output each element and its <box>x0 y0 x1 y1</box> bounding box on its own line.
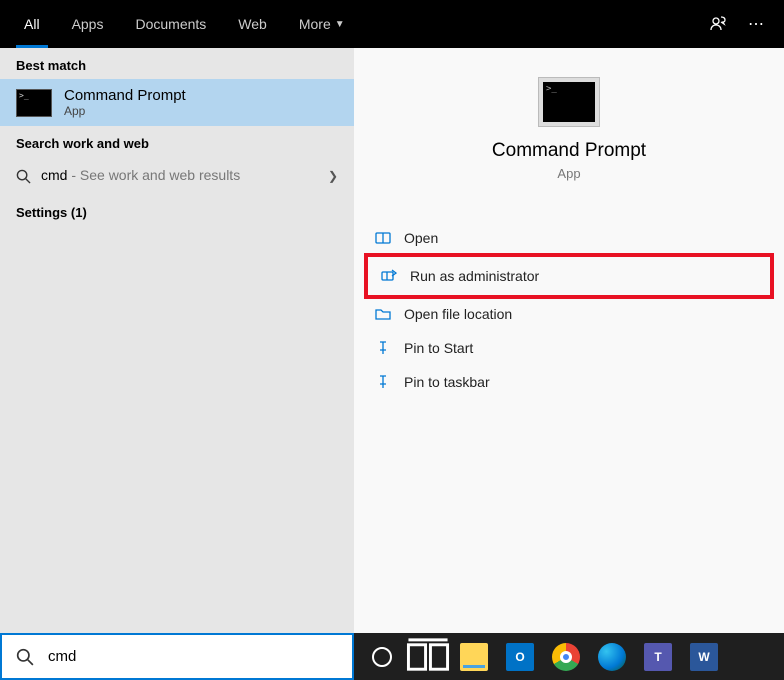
more-options-icon[interactable]: ⋯ <box>748 14 764 34</box>
action-label: Open file location <box>404 306 512 322</box>
word-icon: W <box>690 643 718 671</box>
outlook-icon: O <box>506 643 534 671</box>
search-icon <box>16 169 31 184</box>
action-open-file-location[interactable]: Open file location <box>364 297 774 331</box>
action-pin-to-taskbar[interactable]: Pin to taskbar <box>364 365 774 399</box>
tab-documents[interactable]: Documents <box>119 0 222 48</box>
taskbar-app-explorer[interactable] <box>452 637 496 677</box>
chrome-icon <box>552 643 580 671</box>
tab-all[interactable]: All <box>8 0 56 48</box>
cortana-icon <box>372 647 392 667</box>
folder-icon <box>374 305 392 323</box>
highlight-annotation: Run as administrator <box>364 253 774 299</box>
file-explorer-icon <box>460 643 488 671</box>
tab-more[interactable]: More▼ <box>283 0 361 48</box>
action-pin-to-start[interactable]: Pin to Start <box>364 331 774 365</box>
results-panel: Best match Command Prompt App Search wor… <box>0 48 354 633</box>
action-open[interactable]: Open <box>364 221 774 255</box>
filter-tabs: All Apps Documents Web More▼ <box>8 0 361 48</box>
preview-panel: Command Prompt App Open Run as administr… <box>354 48 784 633</box>
open-icon <box>374 229 392 247</box>
result-title: Command Prompt <box>64 87 186 104</box>
action-label: Run as administrator <box>410 268 539 284</box>
command-prompt-icon <box>539 78 599 126</box>
teams-icon: T <box>644 643 672 671</box>
best-match-result[interactable]: Command Prompt App <box>0 79 354 126</box>
web-search-suggestion[interactable]: cmd - See work and web results ❯ <box>0 157 354 195</box>
search-input-bar[interactable] <box>0 633 354 680</box>
taskbar-app-teams[interactable]: T <box>636 637 680 677</box>
tab-web[interactable]: Web <box>222 0 283 48</box>
pin-icon <box>374 339 392 357</box>
actions-list: Open Run as administrator Open file loca… <box>354 221 784 399</box>
taskbar: O T W <box>354 633 784 680</box>
chevron-down-icon: ▼ <box>335 19 345 30</box>
taskbar-app-edge[interactable] <box>590 637 634 677</box>
action-label: Open <box>404 230 438 246</box>
preview-subtitle: App <box>354 166 784 181</box>
taskbar-app-chrome[interactable] <box>544 637 588 677</box>
taskbar-app-outlook[interactable]: O <box>498 637 542 677</box>
task-view-icon <box>406 635 450 679</box>
query-text: cmd <box>41 167 67 183</box>
query-hint: - See work and web results <box>67 167 240 183</box>
search-web-header: Search work and web <box>0 126 354 157</box>
search-input[interactable] <box>48 648 338 665</box>
search-icon <box>16 648 34 666</box>
taskbar-app-word[interactable]: W <box>682 637 726 677</box>
result-subtitle: App <box>64 104 186 118</box>
command-prompt-icon <box>16 89 52 117</box>
settings-header[interactable]: Settings (1) <box>0 195 354 226</box>
cortana-button[interactable] <box>360 637 404 677</box>
preview-title: Command Prompt <box>354 140 784 162</box>
admin-icon <box>380 267 398 285</box>
action-label: Pin to Start <box>404 340 473 356</box>
pin-icon <box>374 373 392 391</box>
feedback-icon[interactable] <box>708 14 728 34</box>
tab-apps[interactable]: Apps <box>56 0 120 48</box>
best-match-header: Best match <box>0 48 354 79</box>
action-run-as-administrator[interactable]: Run as administrator <box>370 259 764 293</box>
edge-icon <box>598 643 626 671</box>
search-header: All Apps Documents Web More▼ ⋯ <box>0 0 784 48</box>
task-view-button[interactable] <box>406 637 450 677</box>
action-label: Pin to taskbar <box>404 374 490 390</box>
chevron-right-icon: ❯ <box>328 169 338 183</box>
